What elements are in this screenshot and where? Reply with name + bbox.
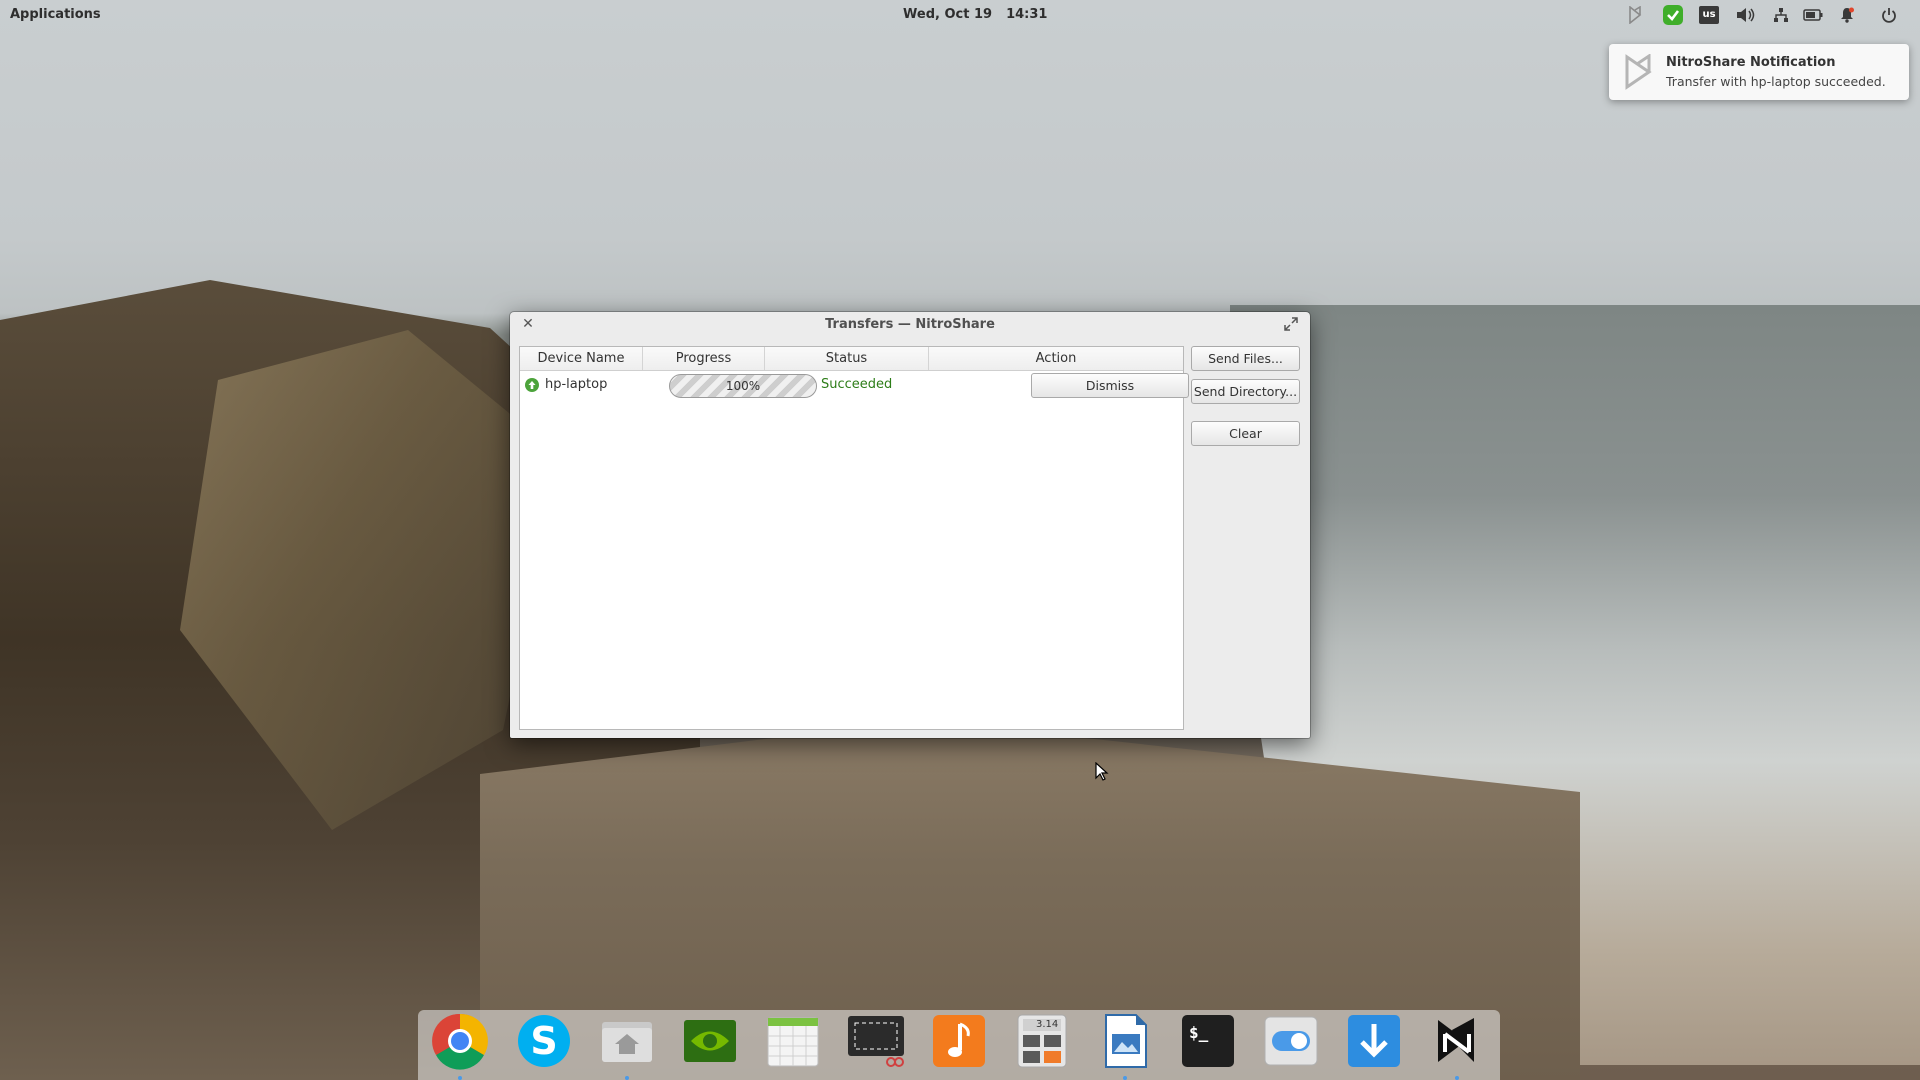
terminal-icon[interactable]: $_	[1177, 1010, 1239, 1072]
notifications-bell-icon[interactable]	[1836, 4, 1858, 26]
notification-title: NitroShare Notification	[1666, 55, 1836, 70]
time-label: 14:31	[1006, 7, 1048, 22]
mouse-cursor-icon	[1095, 761, 1109, 782]
applications-menu[interactable]: Applications	[10, 7, 101, 22]
nvidia-settings-icon[interactable]	[679, 1010, 741, 1072]
calculator-icon[interactable]: 3.14	[1011, 1010, 1073, 1072]
column-header-progress[interactable]: Progress	[643, 347, 765, 370]
skype-icon[interactable]: S	[513, 1010, 575, 1072]
running-indicator	[1455, 1076, 1459, 1080]
power-icon[interactable]	[1878, 4, 1900, 26]
running-indicator	[458, 1076, 462, 1080]
running-indicator	[1123, 1076, 1127, 1080]
maximize-icon[interactable]	[1284, 317, 1298, 331]
column-header-status[interactable]: Status	[765, 347, 929, 370]
keyboard-layout-label: us	[1699, 6, 1719, 24]
date-time-indicator[interactable]: Wed, Oct 19 14:31	[903, 7, 1061, 22]
table-header: Device Name Progress Status Action	[520, 347, 1183, 371]
chrome-icon[interactable]	[429, 1010, 491, 1072]
downloads-icon[interactable]	[1343, 1010, 1405, 1072]
battery-icon[interactable]	[1802, 4, 1824, 26]
send-directory-button[interactable]: Send Directory...	[1191, 379, 1300, 404]
network-icon[interactable]	[1770, 4, 1792, 26]
system-settings-icon[interactable]	[1260, 1010, 1322, 1072]
files-home-icon[interactable]	[596, 1010, 658, 1072]
nitroshare-icon[interactable]	[1426, 1010, 1488, 1072]
column-header-device-name[interactable]: Device Name	[520, 347, 643, 370]
clear-button[interactable]: Clear	[1191, 421, 1300, 446]
indicator-area: us	[1620, 4, 1920, 26]
transfers-window: ✕ Transfers — NitroShare Device Name Pro…	[510, 312, 1310, 738]
date-label: Wed, Oct 19	[903, 7, 993, 22]
window-title: Transfers — NitroShare	[825, 317, 995, 332]
top-panel: Applications Wed, Oct 19 14:31 us	[0, 0, 1920, 30]
window-titlebar[interactable]: ✕ Transfers — NitroShare	[510, 312, 1310, 338]
nitroshare-logo-icon	[1623, 53, 1653, 90]
progress-text: 100%	[725, 379, 761, 393]
device-name-cell: hp-laptop	[545, 377, 608, 392]
svg-text:$_: $_	[1189, 1023, 1209, 1042]
column-header-action[interactable]: Action	[929, 347, 1183, 370]
volume-icon[interactable]	[1735, 4, 1757, 26]
calendar-icon[interactable]	[762, 1010, 824, 1072]
libreoffice-impress-icon[interactable]	[1094, 1010, 1156, 1072]
keyboard-layout-icon[interactable]: us	[1698, 4, 1720, 26]
nitroshare-notification[interactable]: NitroShare Notification Transfer with hp…	[1609, 44, 1909, 100]
status-cell: Succeeded	[821, 377, 893, 392]
screenshot-icon[interactable]	[845, 1010, 907, 1072]
upload-arrow-icon	[525, 378, 539, 392]
dismiss-button[interactable]: Dismiss	[1031, 373, 1189, 398]
send-files-button[interactable]: Send Files...	[1191, 346, 1300, 371]
calculator-display-text: 3.14	[1036, 1019, 1059, 1030]
nitroshare-tray-icon[interactable]	[1624, 4, 1646, 26]
notification-body: Transfer with hp-laptop succeeded.	[1666, 74, 1886, 89]
music-icon[interactable]	[928, 1010, 990, 1072]
transfer-progress-bar: 100%	[669, 374, 817, 398]
transfers-table: Device Name Progress Status Action hp-la…	[519, 346, 1189, 730]
running-indicator	[625, 1076, 629, 1080]
security-check-icon[interactable]	[1662, 4, 1684, 26]
svg-text:S: S	[530, 1019, 557, 1063]
table-row[interactable]: hp-laptop 100% Succeeded Dismiss	[520, 371, 1189, 399]
